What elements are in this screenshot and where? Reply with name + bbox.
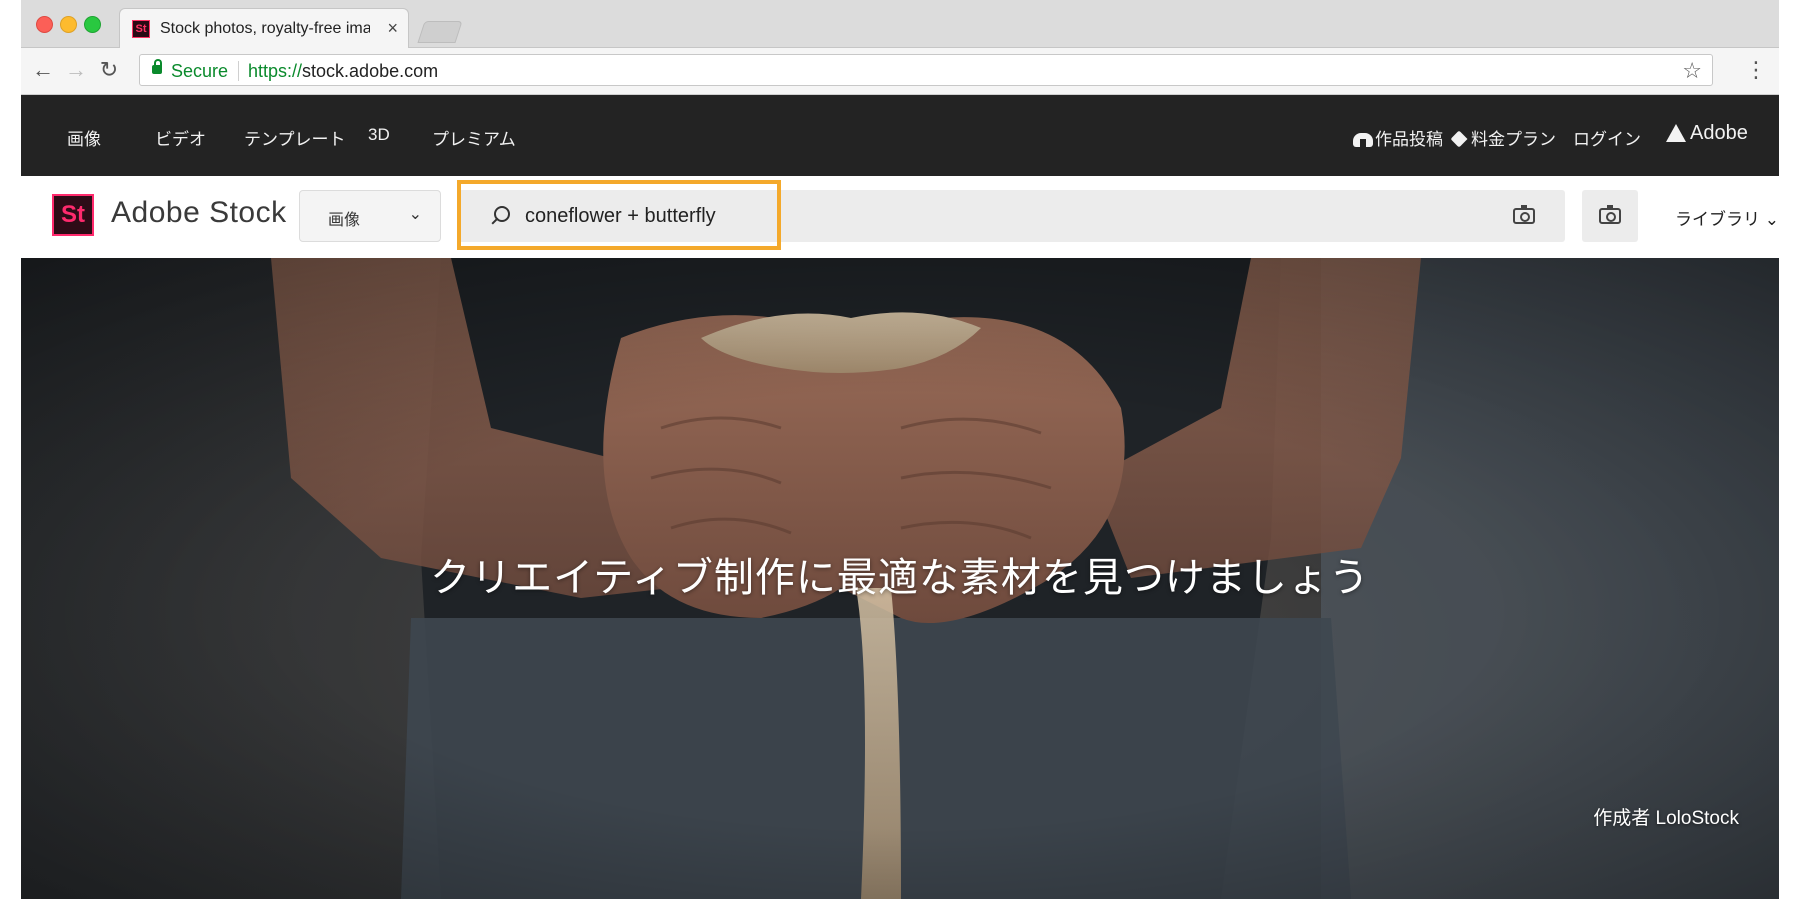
zoom-window-button[interactable] — [84, 16, 101, 33]
lock-icon — [152, 59, 162, 74]
browser-tab[interactable]: St Stock photos, royalty-free images × — [119, 8, 409, 48]
tab-close-icon[interactable]: × — [387, 18, 398, 39]
adobe-link[interactable]: Adobe — [1666, 122, 1748, 145]
hero-banner: クリエイティブ制作に最適な素材を見つけましょう 作成者 LoloStock — [21, 258, 1779, 899]
pricing-label: 料金プラン — [1471, 130, 1556, 149]
address-separator — [238, 61, 239, 81]
nav-item-3d[interactable]: 3D — [368, 125, 390, 145]
url-host: stock.adobe.com — [302, 61, 439, 81]
camera-search-button[interactable] — [1582, 190, 1638, 242]
search-icon — [494, 206, 510, 222]
chevron-down-icon: ⌄ — [408, 206, 422, 223]
asset-type-select[interactable]: 画像 ⌄ — [299, 190, 441, 242]
nav-item-images[interactable]: 画像 — [67, 125, 101, 150]
hero-credit[interactable]: 作成者 LoloStock — [1593, 803, 1739, 830]
adobe-stock-favicon-icon: St — [132, 20, 150, 38]
upload-link[interactable]: 作品投稿 — [1353, 125, 1443, 150]
pricing-link[interactable]: 料金プラン — [1450, 125, 1556, 150]
forward-arrow-icon[interactable]: → — [63, 57, 89, 83]
nav-item-video[interactable]: ビデオ — [155, 125, 206, 150]
hero-headline: クリエイティブ制作に最適な素材を見つけましょう — [430, 556, 1370, 600]
library-dropdown[interactable]: ライブラリ ⌄ — [1675, 205, 1779, 230]
visual-search-camera-icon[interactable] — [1513, 205, 1535, 224]
tab-strip: St Stock photos, royalty-free images × — [21, 0, 1779, 48]
minimize-window-button[interactable] — [60, 16, 77, 33]
url-text[interactable]: https://stock.adobe.com — [248, 61, 438, 82]
browser-toolbar: ← → ↻ Secure https://stock.adobe.com ☆ ⋮ — [21, 48, 1779, 95]
brand-name[interactable]: Adobe Stock — [111, 196, 287, 230]
login-link[interactable]: ログイン — [1573, 125, 1641, 150]
top-navigation: 画像 ビデオ テンプレート 3D プレミアム 作品投稿 料金プラン ログイン A… — [21, 95, 1779, 176]
adobe-logo-icon — [1666, 124, 1686, 142]
library-chevron-icon: ⌄ — [1764, 210, 1779, 229]
close-window-button[interactable] — [36, 16, 53, 33]
adobe-stock-logo-icon[interactable]: St — [52, 194, 94, 236]
upload-label: 作品投稿 — [1375, 130, 1443, 149]
secure-label: Secure — [171, 61, 229, 81]
adobe-label: Adobe — [1690, 122, 1748, 144]
library-label: ライブラリ — [1675, 210, 1760, 229]
search-input[interactable] — [523, 198, 1407, 234]
nav-item-premium[interactable]: プレミアム — [432, 125, 516, 150]
url-scheme: https:// — [248, 61, 303, 81]
browser-menu-icon[interactable]: ⋮ — [1745, 57, 1767, 83]
reload-icon[interactable]: ↻ — [96, 57, 122, 83]
camera-icon — [1599, 205, 1621, 224]
search-bar[interactable] — [457, 190, 1565, 242]
stock-header: St Adobe Stock 画像 ⌄ ライブラリ ⌄ — [21, 176, 1779, 258]
back-arrow-icon[interactable]: ← — [30, 57, 56, 83]
new-tab-button[interactable] — [417, 21, 463, 43]
nav-item-templates[interactable]: テンプレート — [244, 125, 346, 150]
bookmark-star-icon[interactable]: ☆ — [1682, 58, 1702, 84]
browser-window: St Stock photos, royalty-free images × ←… — [21, 0, 1779, 899]
price-tag-icon — [1450, 130, 1468, 148]
cloud-upload-icon — [1353, 133, 1373, 147]
address-bar[interactable]: Secure https://stock.adobe.com ☆ — [139, 54, 1713, 86]
tab-title: Stock photos, royalty-free images — [160, 20, 370, 37]
asset-type-label: 画像 — [328, 212, 361, 229]
